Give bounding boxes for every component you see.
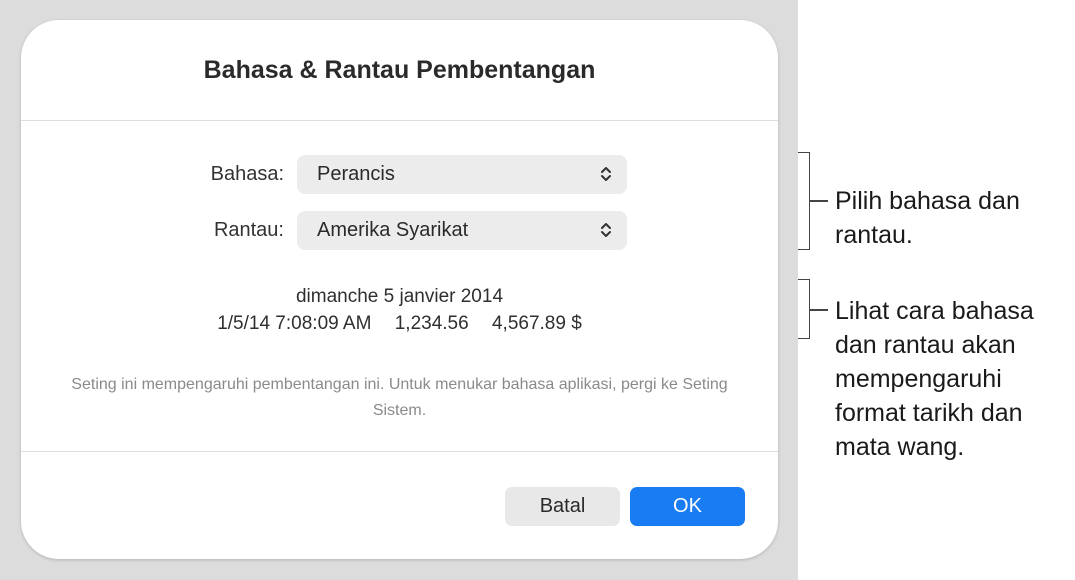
settings-note: Seting ini mempengaruhi pembentangan ini… [71, 376, 728, 419]
preview-number: 1,234.56 [394, 313, 469, 334]
callout-leader [810, 200, 828, 202]
region-label: Rantau: [213, 219, 284, 241]
preview-datetime: 1/5/14 7:08:09 AM [217, 313, 372, 334]
preview-date-long: dimanche 5 janvier 2014 [295, 286, 504, 307]
title-divider [21, 120, 778, 121]
language-popup[interactable]: Perancis [297, 155, 627, 194]
preview-formats: 1/5/14 7:08:09 AM 1,234.56 4,567.89 $ [21, 313, 778, 335]
callout-leader [810, 309, 828, 311]
region-value: Amerika Syarikat [317, 219, 469, 241]
callout-bracket [798, 279, 810, 339]
callout-bracket [798, 152, 810, 250]
language-region-dialog: Bahasa & Rantau Pembentangan Bahasa: Per… [21, 20, 778, 559]
dialog-title: Bahasa & Rantau Pembentangan [203, 56, 596, 84]
callout-preview-formats: Lihat cara bahasa dan rantau akan mempen… [835, 297, 1034, 461]
region-popup[interactable]: Amerika Syarikat [297, 211, 627, 250]
preview-currency: 4,567.89 $ [491, 313, 582, 334]
chevron-updown-icon [601, 167, 611, 181]
callout-language-region: Pilih bahasa dan rantau. [835, 187, 1020, 249]
cancel-button[interactable]: Batal [505, 487, 620, 526]
footer-divider [21, 451, 778, 452]
language-label: Bahasa: [210, 163, 284, 185]
language-value: Perancis [317, 163, 395, 185]
ok-button[interactable]: OK [630, 487, 745, 526]
chevron-updown-icon [601, 223, 611, 237]
